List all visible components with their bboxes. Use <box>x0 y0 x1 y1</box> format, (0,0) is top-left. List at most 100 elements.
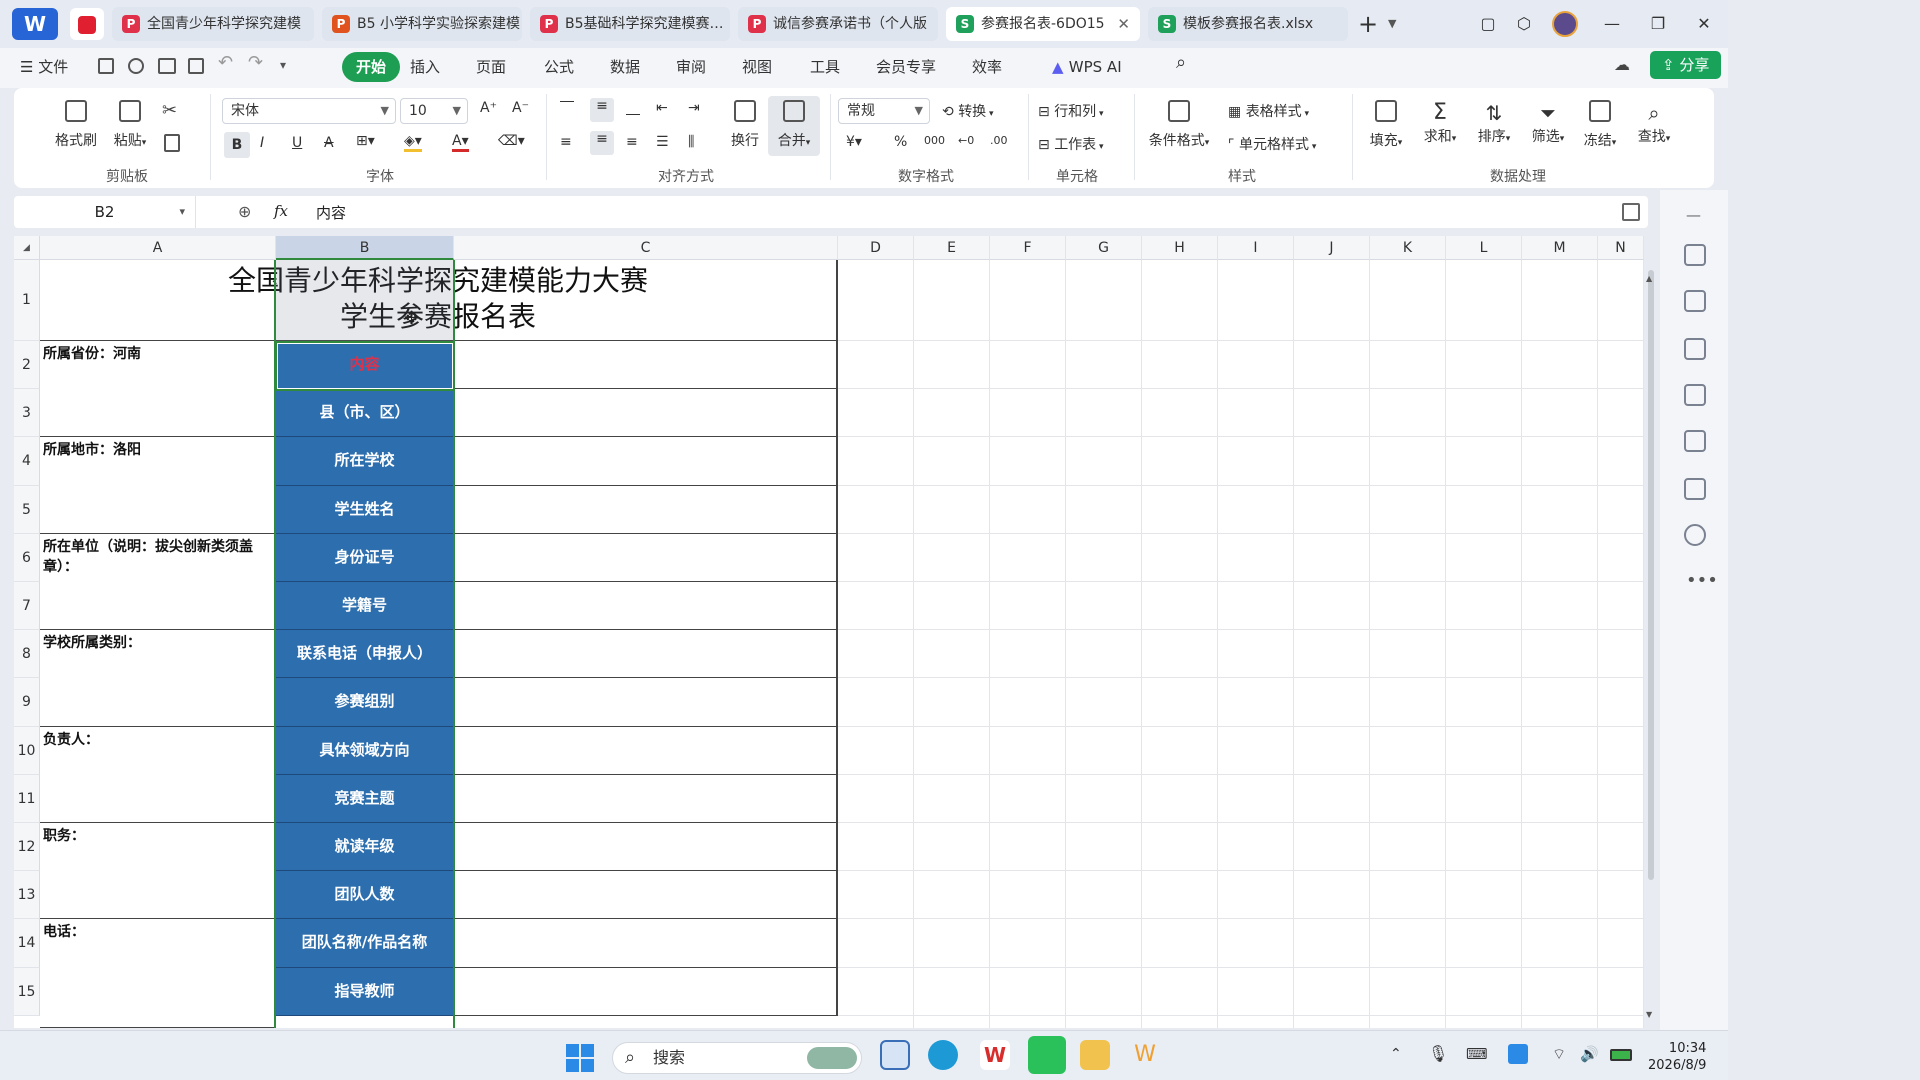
cell-c[interactable] <box>454 726 838 775</box>
restore-icon[interactable]: ❐ <box>1644 11 1672 37</box>
print-preview-icon[interactable] <box>188 58 204 74</box>
row-header[interactable]: 8 <box>14 630 40 679</box>
cell-c[interactable] <box>454 823 838 872</box>
menu-item-4[interactable]: 数据 <box>610 52 640 82</box>
indent-increase-icon[interactable]: ⇥ <box>688 100 700 116</box>
properties-icon[interactable] <box>1684 290 1706 312</box>
cell-b[interactable]: 身份证号 <box>276 533 454 582</box>
paste-button[interactable]: 粘贴▾ <box>106 100 154 150</box>
cell-c[interactable] <box>454 341 838 390</box>
cell-b[interactable]: 竞赛主题 <box>276 774 454 823</box>
table-style-button[interactable]: ▦ 表格样式 ▾ <box>1228 101 1309 121</box>
column-header[interactable]: D <box>838 236 914 260</box>
cell-a[interactable]: 负责人： <box>40 726 276 823</box>
search-icon[interactable]: ⌕ <box>1176 52 1186 73</box>
cell-c[interactable] <box>454 967 838 1016</box>
select-icon[interactable] <box>1684 244 1706 266</box>
row-header[interactable]: 11 <box>14 774 40 823</box>
decrease-font-icon[interactable]: A⁻ <box>512 100 529 116</box>
row-header[interactable]: 15 <box>14 967 40 1016</box>
cell-b[interactable]: 就读年级 <box>276 823 454 872</box>
save-icon[interactable] <box>98 58 114 74</box>
merge-button[interactable]: 合并▾ <box>768 96 820 156</box>
menu-item-9[interactable]: 效率 <box>972 52 1002 82</box>
column-header[interactable]: J <box>1294 236 1370 260</box>
name-box[interactable]: B2 ▾ <box>14 196 196 228</box>
scroll-up-icon[interactable]: ▲ <box>1646 274 1652 283</box>
cell-a[interactable]: 所属省份：河南 <box>40 341 276 438</box>
cell-b[interactable]: 团队人数 <box>276 871 454 920</box>
row-header[interactable]: 9 <box>14 678 40 727</box>
sum-button[interactable]: Σ 求和▾ <box>1418 100 1462 146</box>
menu-item-3[interactable]: 公式 <box>544 52 574 82</box>
column-header[interactable]: M <box>1522 236 1598 260</box>
wps-logo[interactable]: W <box>12 8 58 40</box>
column-header[interactable]: H <box>1142 236 1218 260</box>
cell-style-button[interactable]: ⌜ 单元格样式 ▾ <box>1228 134 1316 154</box>
font-size-select[interactable]: 10 ▼ <box>400 98 468 124</box>
windows-start-icon[interactable] <box>566 1044 594 1072</box>
cell-c[interactable] <box>454 389 838 438</box>
cell-c[interactable] <box>454 437 838 486</box>
export-icon[interactable] <box>128 58 144 74</box>
cell-a[interactable]: 学校所属类别： <box>40 630 276 727</box>
cut-icon[interactable]: ✂ <box>162 100 177 121</box>
eraser-icon[interactable]: ⌫▾ <box>498 133 525 149</box>
more-icon[interactable]: ••• <box>1686 570 1718 591</box>
strikethrough-button[interactable]: A <box>324 135 334 151</box>
convert-button[interactable]: ⟲ 转换 ▾ <box>942 101 994 121</box>
font-name-select[interactable]: 宋体 ▼ <box>222 98 396 124</box>
row-header[interactable]: 4 <box>14 437 40 486</box>
close-tab-icon[interactable]: ✕ <box>1117 7 1130 41</box>
filter-button[interactable]: ⏷ 筛选▾ <box>1526 100 1570 146</box>
minimize-icon[interactable]: — <box>1598 11 1626 37</box>
fx-button[interactable]: fx <box>274 202 288 220</box>
cell-b[interactable]: 学籍号 <box>276 582 454 631</box>
volume-icon[interactable]: 🔊 <box>1580 1045 1599 1063</box>
folder-icon[interactable] <box>1080 1040 1110 1070</box>
wps-ai-button[interactable]: ▲ WPS AI <box>1052 52 1122 82</box>
thousands-icon[interactable]: 000 <box>924 134 945 147</box>
taskbar-search[interactable]: ⌕ 搜索 <box>612 1042 862 1074</box>
column-header[interactable]: C <box>454 236 838 260</box>
battery-icon[interactable] <box>1610 1049 1632 1061</box>
border-icon[interactable]: ⊞▾ <box>356 133 375 149</box>
zoom-icon[interactable]: ⊕ <box>238 202 251 221</box>
wps-office-icon[interactable]: W <box>1130 1040 1160 1070</box>
wps-taskbar-icon[interactable]: W <box>980 1040 1010 1070</box>
cell-a[interactable]: 职务： <box>40 823 276 920</box>
wifi-icon[interactable]: ⌔ <box>1552 1045 1566 1064</box>
row-header[interactable]: 3 <box>14 389 40 438</box>
conditional-format-button[interactable]: 条件格式▾ <box>1144 100 1214 150</box>
tab-5[interactable]: S 模板参赛报名表.xlsx <box>1148 7 1348 41</box>
edge-icon[interactable] <box>928 1040 958 1070</box>
cell-b[interactable]: 具体领域方向 <box>276 726 454 775</box>
find-button[interactable]: ⌕ 查找▾ <box>1632 100 1676 146</box>
cell-b[interactable]: 联系电话（申报人） <box>276 630 454 679</box>
row-header[interactable]: 13 <box>14 871 40 920</box>
align-middle-icon[interactable]: ≡ <box>590 98 614 122</box>
shape-icon[interactable] <box>1684 338 1706 360</box>
column-header[interactable]: I <box>1218 236 1294 260</box>
align-right-icon[interactable]: ≡ <box>626 134 638 150</box>
cell-c[interactable] <box>454 871 838 920</box>
cell-a[interactable]: 所在单位（说明：拔尖创新类须盖章）： <box>40 533 276 631</box>
fill-button[interactable]: 填充▾ <box>1364 100 1408 150</box>
file-menu[interactable]: ☰ 文件 <box>20 52 68 82</box>
align-top-icon[interactable]: ⎺ <box>560 100 574 116</box>
formula-input[interactable]: 内容 <box>316 202 1596 223</box>
align-center-icon[interactable]: ≡ <box>590 131 614 155</box>
row-header[interactable]: 2 <box>14 341 40 390</box>
vertical-scrollbar[interactable] <box>1648 270 1654 880</box>
chevron-down-icon[interactable]: ▼ <box>1388 17 1396 30</box>
row-header[interactable]: 7 <box>14 582 40 631</box>
menu-item-7[interactable]: 工具 <box>810 52 840 82</box>
tray-chevron-icon[interactable]: ⌃ <box>1390 1046 1402 1062</box>
increase-font-icon[interactable]: A⁺ <box>480 100 497 116</box>
cell-c[interactable] <box>454 485 838 534</box>
pdf-app-icon[interactable] <box>70 8 104 40</box>
decimal-decrease-icon[interactable]: .00 <box>990 134 1008 147</box>
cube-icon[interactable]: ⬡ <box>1510 11 1538 37</box>
tab-0[interactable]: P 全国青少年科学探究建模 <box>112 7 314 41</box>
taskbar-clock[interactable]: 10:34 2026/8/9 <box>1648 1040 1706 1074</box>
